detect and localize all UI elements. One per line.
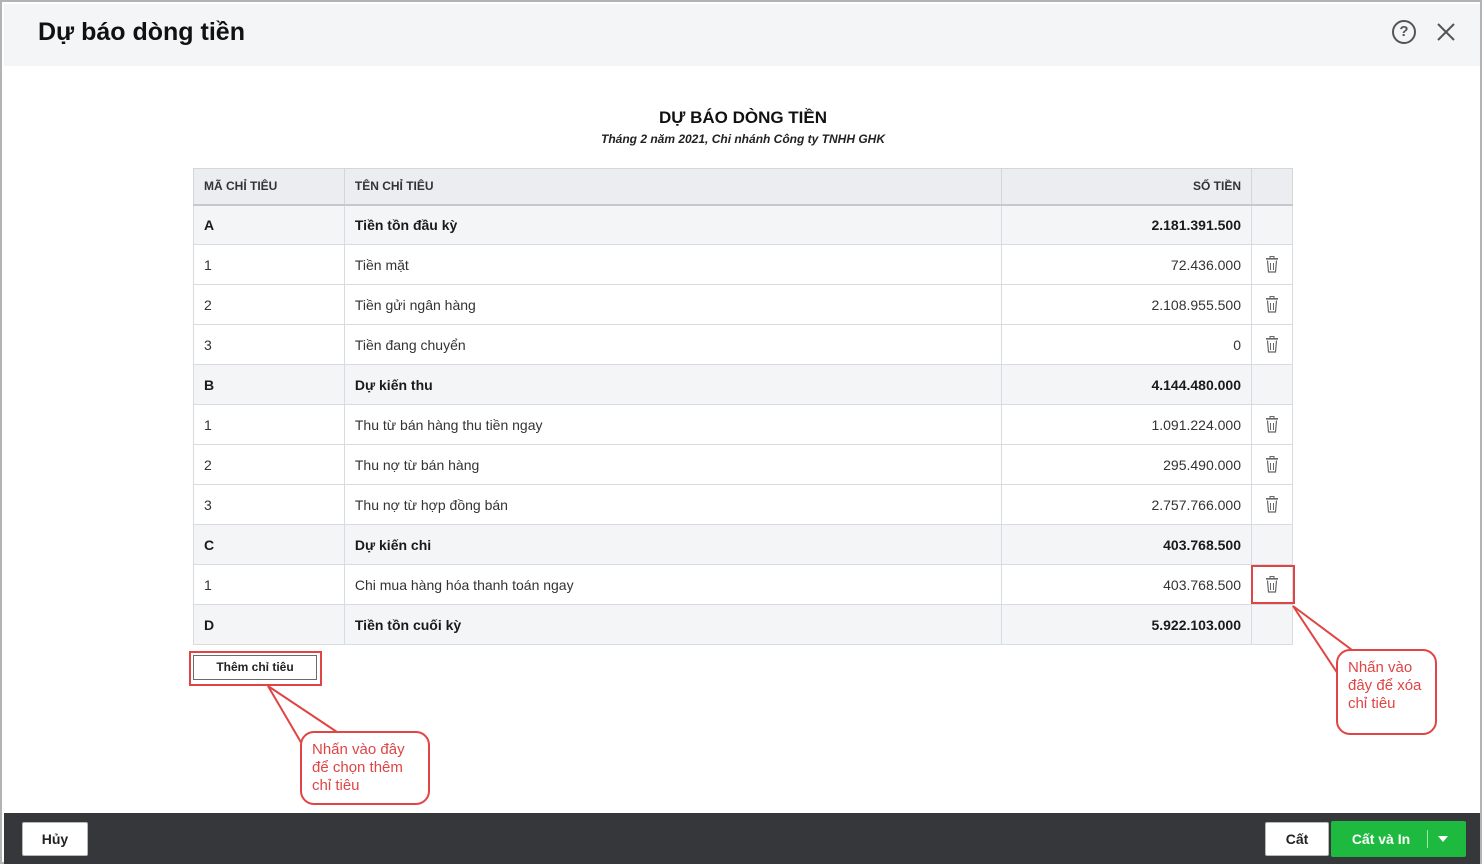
table-row[interactable]: 1 Tiền mặt 72.436.000 bbox=[193, 244, 1293, 285]
dialog-header: Dự báo dòng tiền ? bbox=[4, 4, 1480, 66]
cell-amount: 72.436.000 bbox=[1001, 244, 1252, 285]
cell-name: Dự kiến thu bbox=[343, 364, 1003, 405]
delete-callout: Nhấn vào đây để xóa chỉ tiêu bbox=[1336, 649, 1437, 735]
cell-code: C bbox=[193, 524, 345, 565]
column-header-code: MÃ CHỈ TIÊU bbox=[193, 168, 345, 206]
delete-icon[interactable] bbox=[1264, 336, 1280, 353]
cell-amount: 1.091.224.000 bbox=[1001, 404, 1252, 445]
column-header-name: TÊN CHỈ TIÊU bbox=[343, 168, 1003, 206]
cell-code: 3 bbox=[193, 324, 345, 365]
cell-name: Dự kiến chi bbox=[343, 524, 1003, 565]
dialog-footer: Hủy Cất Cất và In bbox=[4, 813, 1480, 864]
cell-action bbox=[1251, 204, 1293, 245]
table-row[interactable]: 3 Tiền đang chuyển 0 bbox=[193, 324, 1293, 365]
close-icon[interactable] bbox=[1434, 20, 1458, 44]
cell-name: Tiền tồn cuối kỳ bbox=[343, 604, 1003, 645]
table-row[interactable]: 1 Chi mua hàng hóa thanh toán ngay 403.768… bbox=[193, 564, 1293, 605]
cell-name: Thu từ bán hàng thu tiền ngay bbox=[343, 404, 1003, 445]
cell-action bbox=[1251, 284, 1293, 325]
cell-action bbox=[1251, 324, 1293, 365]
cell-name: Chi mua hàng hóa thanh toán ngay bbox=[343, 564, 1003, 605]
table-body: A Tiền tồn đầu kỳ 2.181.391.500 1 Tiền mặt 72… bbox=[193, 204, 1293, 645]
cell-amount: 403.768.500 bbox=[1001, 524, 1252, 565]
cell-code: 1 bbox=[193, 564, 345, 605]
cell-amount: 2.181.391.500 bbox=[1001, 204, 1252, 245]
cell-amount: 0 bbox=[1001, 324, 1252, 365]
chevron-down-icon[interactable] bbox=[1438, 836, 1448, 842]
table-group-row[interactable]: A Tiền tồn đầu kỳ 2.181.391.500 bbox=[193, 204, 1293, 245]
cancel-button[interactable]: Hủy bbox=[22, 822, 88, 856]
cell-code: 1 bbox=[193, 404, 345, 445]
delete-highlight-box bbox=[1251, 565, 1295, 604]
cell-name: Tiền mặt bbox=[343, 244, 1003, 285]
cell-code: 3 bbox=[193, 484, 345, 525]
delete-icon[interactable] bbox=[1264, 416, 1280, 433]
delete-icon[interactable] bbox=[1264, 456, 1280, 473]
cell-action bbox=[1251, 444, 1293, 485]
table-header-row: MÃ CHỈ TIÊU TÊN CHỈ TIÊU SỐ TIỀN bbox=[193, 168, 1293, 206]
help-icon[interactable]: ? bbox=[1392, 20, 1416, 44]
cell-action bbox=[1251, 244, 1293, 285]
table-group-row[interactable]: D Tiền tồn cuối kỳ 5.922.103.000 bbox=[193, 604, 1293, 645]
cell-action bbox=[1251, 404, 1293, 445]
cell-name: Tiền gửi ngân hàng bbox=[343, 284, 1003, 325]
cell-code: 1 bbox=[193, 244, 345, 285]
cell-amount: 403.768.500 bbox=[1001, 564, 1252, 605]
button-separator bbox=[1427, 830, 1428, 848]
table-group-row[interactable]: C Dự kiến chi 403.768.500 bbox=[193, 524, 1293, 565]
cell-name: Thu nợ từ hợp đồng bán bbox=[343, 484, 1003, 525]
cell-amount: 5.922.103.000 bbox=[1001, 604, 1252, 645]
cell-code: B bbox=[193, 364, 345, 405]
cell-amount: 2.757.766.000 bbox=[1001, 484, 1252, 525]
cell-amount: 295.490.000 bbox=[1001, 444, 1252, 485]
save-and-print-label: Cất và In bbox=[1351, 831, 1411, 847]
cash-flow-forecast-dialog: Dự báo dòng tiền ? DỰ BÁO DÒNG TIỀN Thán… bbox=[0, 0, 1482, 864]
cell-action bbox=[1251, 604, 1293, 645]
table-row[interactable]: 2 Thu nợ từ bán hàng 295.490.000 bbox=[193, 444, 1293, 485]
table-group-row[interactable]: B Dự kiến thu 4.144.480.000 bbox=[193, 364, 1293, 405]
cell-amount: 2.108.955.500 bbox=[1001, 284, 1252, 325]
forecast-table: MÃ CHỈ TIÊU TÊN CHỈ TIÊU SỐ TIỀN A Tiền t… bbox=[193, 168, 1293, 645]
cell-name: Tiền tồn đầu kỳ bbox=[343, 204, 1003, 245]
add-indicator-button[interactable]: Thêm chỉ tiêu bbox=[193, 655, 317, 680]
cell-code: A bbox=[193, 204, 345, 245]
cell-name: Thu nợ từ bán hàng bbox=[343, 444, 1003, 485]
delete-icon[interactable] bbox=[1264, 256, 1280, 273]
cell-code: 2 bbox=[193, 444, 345, 485]
save-and-print-button[interactable]: Cất và In bbox=[1331, 821, 1466, 857]
table-row[interactable]: 2 Tiền gửi ngân hàng 2.108.955.500 bbox=[193, 284, 1293, 325]
save-button[interactable]: Cất bbox=[1265, 822, 1329, 856]
column-header-amount: SỐ TIỀN bbox=[1001, 168, 1252, 206]
delete-icon[interactable] bbox=[1264, 496, 1280, 513]
cell-code: D bbox=[193, 604, 345, 645]
cell-action bbox=[1251, 364, 1293, 405]
table-row[interactable]: 1 Thu từ bán hàng thu tiền ngay 1.091.224.… bbox=[193, 404, 1293, 445]
cell-code: 2 bbox=[193, 284, 345, 325]
report-subtitle: Tháng 2 năm 2021, Chi nhánh Công ty TNHH… bbox=[600, 132, 886, 146]
cell-name: Tiền đang chuyển bbox=[343, 324, 1003, 365]
report-title: DỰ BÁO DÒNG TIỀN bbox=[658, 108, 828, 127]
cell-action bbox=[1251, 484, 1293, 525]
cell-action bbox=[1251, 524, 1293, 565]
table-row[interactable]: 3 Thu nợ từ hợp đồng bán 2.757.766.000 bbox=[193, 484, 1293, 525]
cell-amount: 4.144.480.000 bbox=[1001, 364, 1252, 405]
column-header-action bbox=[1251, 168, 1293, 206]
delete-icon[interactable] bbox=[1264, 296, 1280, 313]
add-callout: Nhấn vào đây để chọn thêm chỉ tiêu bbox=[300, 731, 430, 805]
dialog-title: Dự báo dòng tiền bbox=[38, 18, 245, 46]
